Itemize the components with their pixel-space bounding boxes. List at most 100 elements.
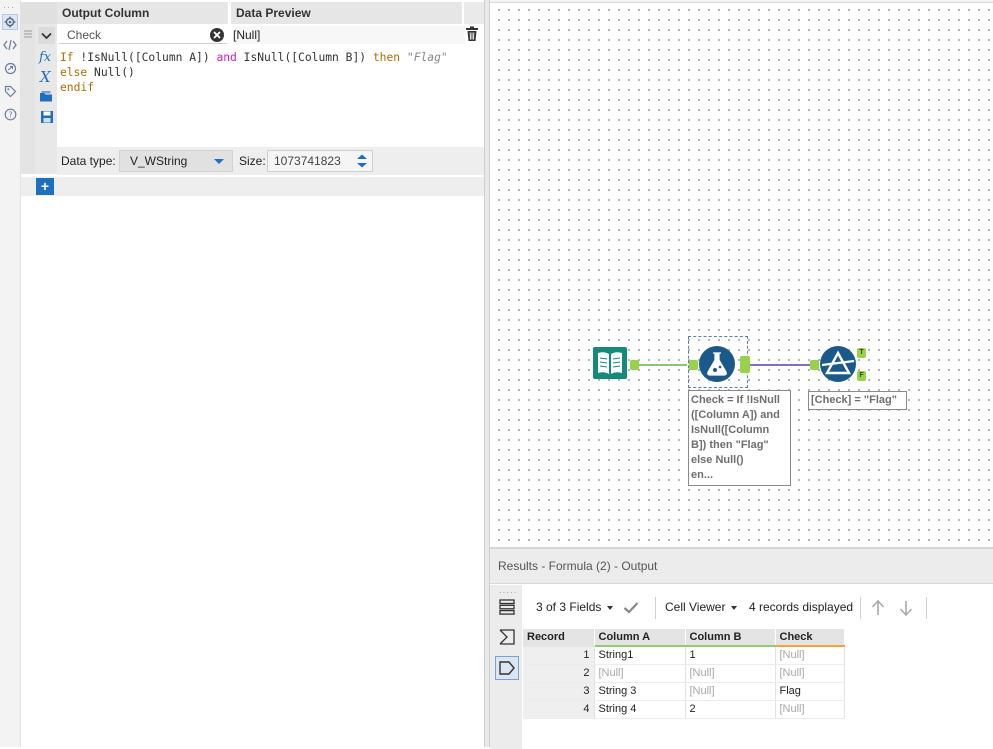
cell-viewer-caret-icon <box>731 606 737 610</box>
variables-x-icon[interactable]: X <box>38 68 55 85</box>
fields-label: 3 of 3 Fields <box>536 600 601 614</box>
formula-tool[interactable] <box>698 345 736 383</box>
spinner-arrows-icon[interactable] <box>353 152 371 170</box>
header-spacer <box>21 2 57 24</box>
svg-text:?: ? <box>8 110 12 119</box>
table-row[interactable]: 1 String1 1 [Null] <box>523 646 844 664</box>
cell-check[interactable]: Flag <box>775 682 844 700</box>
output-column-name-input[interactable] <box>59 26 227 44</box>
open-folder-icon[interactable] <box>38 88 55 105</box>
space <box>400 51 407 64</box>
input-output-anchor[interactable] <box>630 360 639 370</box>
size-input[interactable]: 1073741823 <box>267 150 373 172</box>
keyword-endif: endif <box>60 81 94 94</box>
cell-column-b[interactable]: [Null] <box>685 682 775 700</box>
configuration-gear-icon[interactable] <box>2 14 18 30</box>
cell-column-b[interactable]: 1 <box>685 646 775 664</box>
filter-tool[interactable] <box>819 345 857 383</box>
cell-column-b[interactable]: [Null] <box>685 664 775 682</box>
header-divider <box>228 2 231 24</box>
cell-column-a[interactable]: String 4 <box>594 700 685 718</box>
column-header-column-b[interactable]: Column B <box>685 629 775 646</box>
toolbar-separator <box>860 597 861 619</box>
apply-checkmark-icon[interactable] <box>623 601 639 614</box>
output-column-header: Output Column <box>57 2 227 24</box>
data-rows-icon[interactable] <box>495 595 519 619</box>
expr-part: !IsNull([Column A]) <box>80 51 216 64</box>
filter-triangle-icon <box>819 345 857 383</box>
formula-config-panel: Output Column Data Preview fx X [Null] I… <box>21 0 484 747</box>
formula-tool-column: fx X <box>35 24 57 174</box>
input-data-tool[interactable] <box>592 345 628 381</box>
data-type-value: V_WString <box>130 154 187 168</box>
size-label: Size: <box>239 154 266 168</box>
left-rail: ··· ? <box>0 0 21 747</box>
results-side-rail: ····· <box>490 585 522 749</box>
function-fx-icon[interactable]: fx <box>38 48 55 65</box>
table-row[interactable]: 3 String 3 [Null] Flag <box>523 682 844 700</box>
formula-annotation: Check = If !IsNull ([Column A]) and IsNu… <box>688 390 791 486</box>
toolbar-separator <box>926 597 927 619</box>
cell-column-a[interactable]: String1 <box>594 646 685 664</box>
filter-false-anchor[interactable]: F <box>857 371 866 381</box>
column-header-record[interactable]: Record <box>523 629 594 646</box>
cell-viewer-dropdown[interactable]: Cell Viewer <box>665 600 737 614</box>
cell-check[interactable]: [Null] <box>775 646 844 664</box>
cell-check[interactable]: [Null] <box>775 664 844 682</box>
toolbar-separator <box>655 597 656 619</box>
cell-column-a[interactable]: [Null] <box>594 664 685 682</box>
formula-expression-editor[interactable]: If !IsNull([Column A]) and IsNull([Colum… <box>60 50 480 95</box>
cell-check[interactable]: [Null] <box>775 700 844 718</box>
records-count: 4 records displayed <box>749 600 853 614</box>
cell-record[interactable]: 3 <box>523 682 594 700</box>
code-icon[interactable] <box>2 37 18 53</box>
table-row[interactable]: 4 String 4 2 [Null] <box>523 700 844 718</box>
delete-trash-icon[interactable] <box>465 26 481 44</box>
cell-record[interactable]: 4 <box>523 700 594 718</box>
summary-sigma-icon[interactable] <box>495 625 519 649</box>
annotation-line: B]) then "Flag" <box>691 438 788 453</box>
collapse-chevron-icon[interactable] <box>38 27 55 44</box>
column-header-column-a[interactable]: Column A <box>594 629 685 646</box>
add-formula-button[interactable]: + <box>36 178 54 195</box>
canvas-top-edge <box>490 0 993 3</box>
annotation-line: ([Column A]) and <box>691 408 788 423</box>
book-icon <box>592 345 628 381</box>
connection-progress-icon[interactable] <box>2 60 18 76</box>
svg-text:X: X <box>39 69 52 85</box>
keyword-else: else <box>60 66 87 79</box>
results-window: Results - Formula (2) - Output ····· 3 o… <box>490 547 993 747</box>
add-row-bar: + <box>21 177 484 196</box>
expr-part: Null() <box>87 66 135 79</box>
filter-true-anchor[interactable]: T <box>857 348 866 358</box>
fields-dropdown[interactable]: 3 of 3 Fields <box>536 600 613 614</box>
keyword-and: and <box>216 51 236 64</box>
formula-output-anchor[interactable] <box>740 356 750 373</box>
cell-record[interactable]: 2 <box>523 664 594 682</box>
row-drag-handle[interactable] <box>21 24 35 174</box>
arrow-down-icon[interactable] <box>899 600 913 616</box>
drag-grip-icon[interactable] <box>21 27 35 41</box>
column-header-check[interactable]: Check <box>775 629 844 646</box>
size-value: 1073741823 <box>274 154 341 168</box>
cell-viewer-label: Cell Viewer <box>665 600 725 614</box>
fields-caret-icon <box>607 606 613 610</box>
cell-column-a[interactable]: String 3 <box>594 682 685 700</box>
cell-record[interactable]: 1 <box>523 646 594 664</box>
clear-field-icon[interactable] <box>209 27 225 43</box>
tag-icon[interactable] <box>2 83 18 99</box>
filter-input-anchor[interactable] <box>810 360 819 370</box>
results-title: Results - Formula (2) - Output <box>490 549 993 584</box>
preview-text: [Null] <box>233 28 260 42</box>
help-icon[interactable]: ? <box>2 106 18 122</box>
dropdown-caret-icon <box>214 159 224 164</box>
metadata-tag-icon[interactable] <box>495 656 519 680</box>
formula-input-anchor[interactable] <box>689 360 698 370</box>
save-disk-icon[interactable] <box>38 108 55 125</box>
svg-text:fx: fx <box>38 50 52 65</box>
data-type-select[interactable]: V_WString <box>119 150 233 172</box>
keyword-if: If <box>60 51 80 64</box>
arrow-up-icon[interactable] <box>871 600 885 616</box>
table-row[interactable]: 2 [Null] [Null] [Null] <box>523 664 844 682</box>
cell-column-b[interactable]: 2 <box>685 700 775 718</box>
